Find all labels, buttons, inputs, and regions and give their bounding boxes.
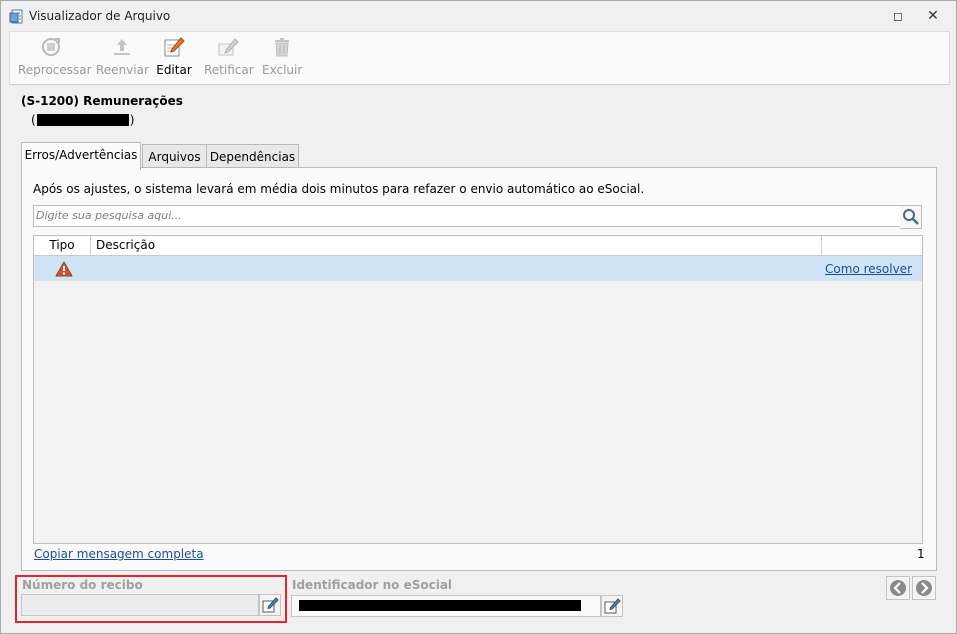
search-box — [33, 205, 901, 227]
edit-icon — [604, 598, 621, 614]
receipt-label: Número do recibo — [22, 578, 143, 592]
reprocess-button[interactable]: Reprocessar — [18, 36, 92, 80]
arrow-right-icon — [916, 580, 932, 596]
redacted-block — [299, 600, 581, 611]
edit-icon — [164, 37, 185, 57]
edit-button[interactable]: Editar — [156, 36, 192, 80]
file-viewer-window: Visualizador de Arquivo ◻ ✕ Reprocessar … — [0, 0, 957, 634]
rectify-button[interactable]: Retificar — [204, 36, 254, 80]
search-input[interactable] — [34, 206, 896, 224]
previous-button[interactable] — [886, 576, 910, 600]
tab-dependencies[interactable]: Dependências — [206, 144, 299, 169]
tab-errors-warnings[interactable]: Erros/Advertências — [21, 142, 141, 170]
search-button[interactable] — [900, 205, 922, 229]
info-message: Após os ajustes, o sistema levará em méd… — [33, 182, 645, 196]
title-bar: Visualizador de Arquivo ◻ ✕ — [1, 1, 956, 31]
next-button[interactable] — [912, 576, 936, 600]
close-button[interactable]: ✕ — [923, 8, 943, 26]
arrow-left-icon — [890, 580, 906, 596]
toolbar: Reprocessar Reenviar Editar Retificar Ex… — [9, 31, 950, 85]
warning-icon — [55, 261, 73, 277]
document-icon — [9, 9, 23, 24]
column-type[interactable]: Tipo — [34, 236, 91, 255]
receipt-edit-button[interactable] — [259, 594, 281, 616]
how-to-fix-link[interactable]: Como resolver — [825, 262, 912, 276]
column-divider — [821, 236, 822, 255]
redacted-block — [36, 114, 129, 126]
identifier-label: Identificador no eSocial — [292, 578, 453, 592]
resend-button[interactable]: Reenviar — [96, 36, 149, 80]
table-row[interactable]: Como resolver — [34, 256, 922, 281]
reprocess-icon — [42, 38, 60, 56]
errors-table: Tipo Descrição Como resolver — [33, 235, 923, 544]
edit-icon — [262, 597, 279, 613]
search-icon — [903, 209, 919, 225]
table-header: Tipo Descrição — [34, 236, 922, 256]
copy-message-link[interactable]: Copiar mensagem completa — [34, 547, 204, 561]
identifier-field[interactable] — [291, 595, 601, 617]
record-count: 1 — [917, 547, 925, 561]
delete-button[interactable]: Excluir — [262, 36, 302, 80]
event-subtitle: () — [31, 113, 135, 127]
column-description[interactable]: Descrição — [96, 236, 155, 255]
tab-files[interactable]: Arquivos — [142, 144, 207, 169]
event-title: (S-1200) Remunerações — [21, 94, 183, 108]
window-title: Visualizador de Arquivo — [29, 9, 171, 23]
restore-button[interactable]: ◻ — [889, 9, 907, 25]
identifier-edit-button[interactable] — [601, 595, 623, 617]
trash-icon — [275, 38, 289, 57]
receipt-field[interactable] — [21, 594, 259, 616]
upload-icon — [114, 39, 130, 55]
rectify-icon — [218, 38, 239, 56]
